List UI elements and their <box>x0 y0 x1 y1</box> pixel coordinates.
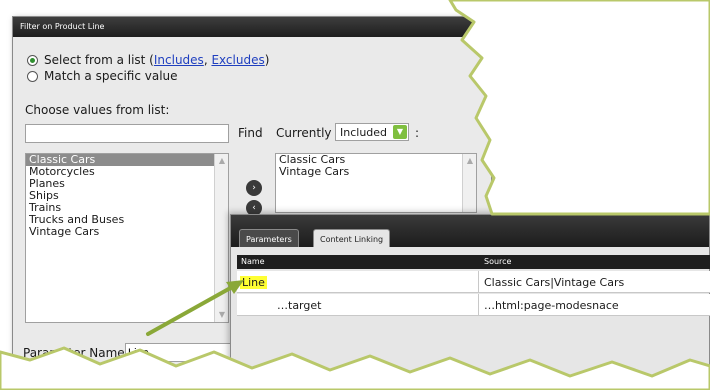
radio-unselected-icon[interactable] <box>27 70 38 82</box>
search-input[interactable] <box>25 124 229 143</box>
radio-match-value[interactable]: Match a specific value <box>27 69 178 83</box>
currently-label: Currently <box>276 126 332 140</box>
chevron-down-icon[interactable]: ▼ <box>393 125 407 139</box>
currently-colon: : <box>415 126 420 140</box>
cell-name[interactable]: Line <box>237 271 479 293</box>
parameters-panel: Parameters Content Linking Name Source L… <box>230 214 710 390</box>
cell-source[interactable]: …html:page-modesnace <box>480 294 710 316</box>
list-item[interactable]: Vintage Cars <box>276 166 476 178</box>
scroll-up-icon[interactable]: ▲ <box>464 155 476 167</box>
currently-select[interactable]: Included ▼ <box>335 123 409 141</box>
available-scrollbar[interactable]: ▲ ▼ <box>214 154 228 322</box>
choose-values-label: Choose values from list: <box>25 103 170 117</box>
currently-value: Included <box>340 126 388 139</box>
row-name-highlighted: Line <box>240 276 267 289</box>
excludes-link[interactable]: Excludes <box>211 53 264 67</box>
table-row[interactable]: …target …html:page-modesnace <box>237 294 710 316</box>
screenshot-stage: Filter on Product Line Select from a lis… <box>0 0 710 390</box>
radio-selected-icon[interactable] <box>27 54 38 66</box>
radio-select-from-list[interactable]: Select from a list ( Includes , Excludes… <box>27 53 269 67</box>
parameter-name-label: Parameter Name: <box>23 346 129 360</box>
radio-list-label: Select from a list ( <box>44 53 154 67</box>
link-separator: , <box>203 53 212 67</box>
closing-paren: ) <box>264 53 270 67</box>
list-item[interactable]: Vintage Cars <box>26 226 228 238</box>
tab-parameters[interactable]: Parameters <box>239 229 299 247</box>
column-source-header[interactable]: Source <box>484 257 511 266</box>
column-name-header[interactable]: Name <box>241 257 265 266</box>
panel-tabbar: Parameters Content Linking <box>231 215 709 247</box>
tab-content-linking[interactable]: Content Linking <box>313 229 391 247</box>
cell-name[interactable]: …target <box>237 294 479 316</box>
radio-match-label: Match a specific value <box>44 69 178 83</box>
grid-header: Name Source <box>237 255 710 269</box>
scroll-up-icon[interactable]: ▲ <box>216 155 228 167</box>
cell-source[interactable]: Classic Cars|Vintage Cars <box>480 271 710 293</box>
dialog-title: Filter on Product Line <box>20 22 105 31</box>
dialog-titlebar: Filter on Product Line <box>13 17 491 37</box>
scroll-down-icon[interactable]: ▼ <box>216 309 228 321</box>
chosen-values-list[interactable]: Classic Cars Vintage Cars ▲ <box>275 153 477 213</box>
find-button[interactable]: Find <box>238 126 263 140</box>
chosen-scrollbar[interactable]: ▲ <box>462 154 476 212</box>
table-row[interactable]: Line Classic Cars|Vintage Cars <box>237 271 710 293</box>
chevron-right-icon[interactable]: › <box>246 180 262 196</box>
includes-link[interactable]: Includes <box>154 53 204 67</box>
available-values-list[interactable]: Classic Cars Motorcycles Planes Ships Trains… <box>25 153 229 323</box>
